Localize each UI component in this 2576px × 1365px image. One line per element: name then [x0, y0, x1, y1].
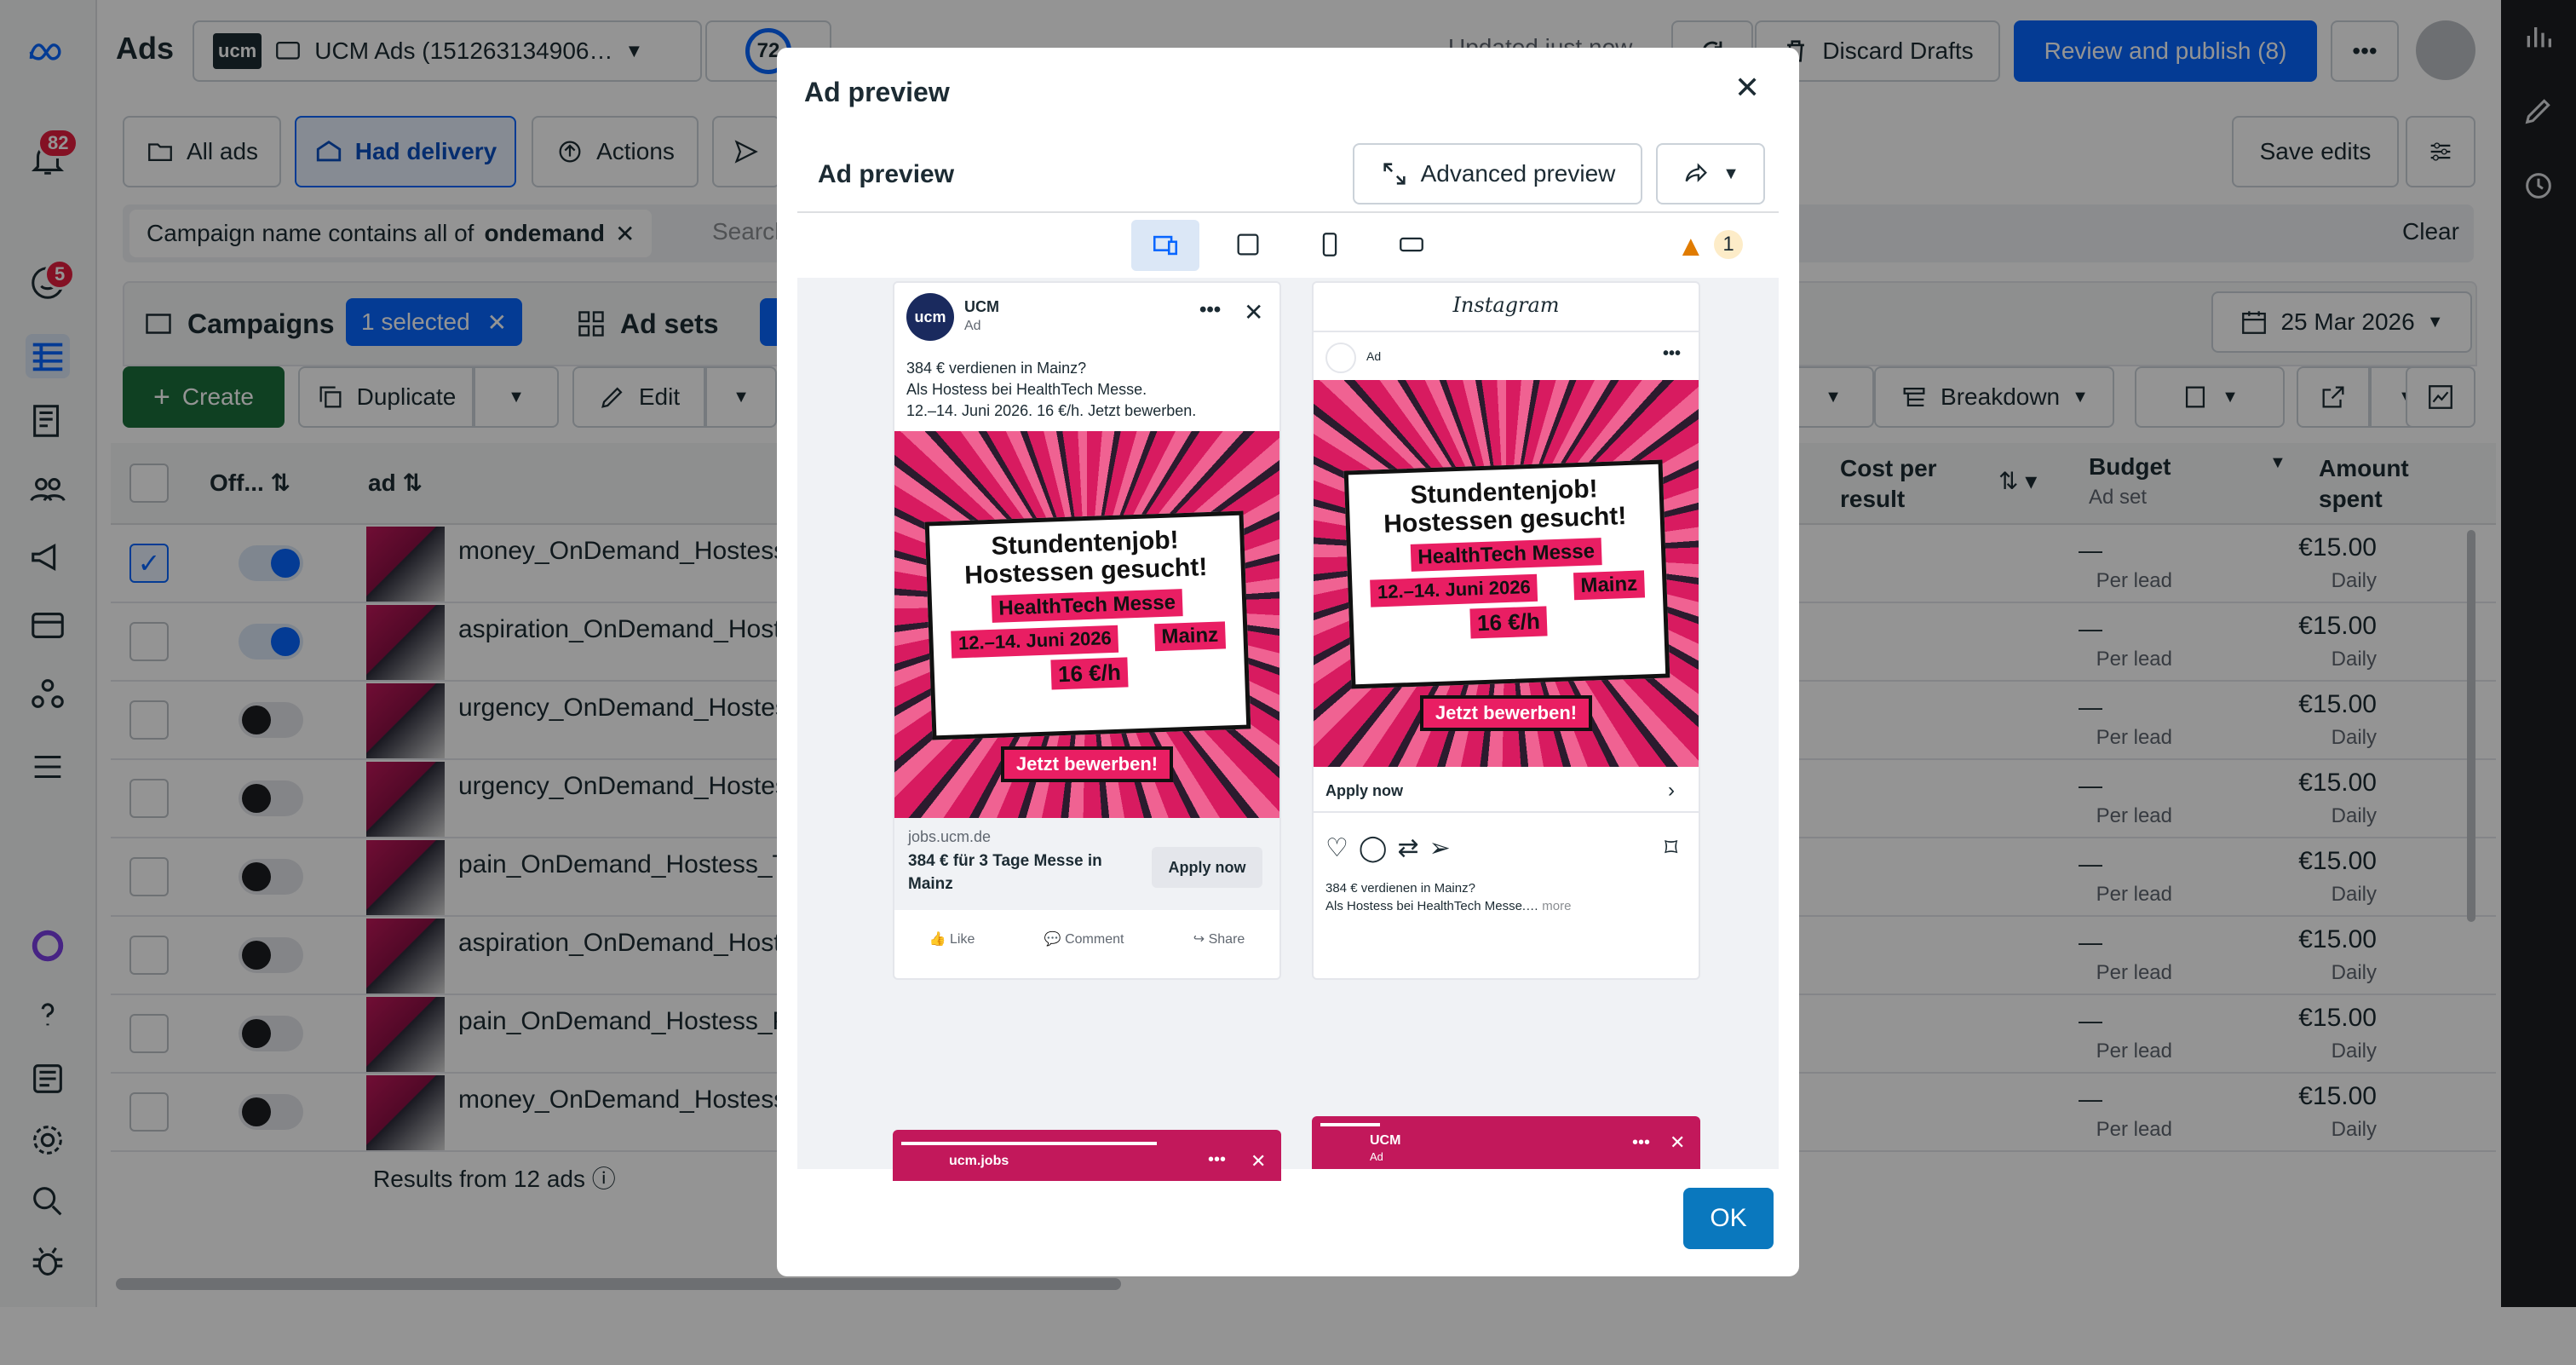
devices-icon	[1153, 235, 1178, 256]
creative-cta: Jetzt bewerben!	[1000, 746, 1174, 782]
all-placements-toggle[interactable]	[1131, 220, 1199, 271]
close-icon[interactable]: ✕	[1734, 70, 1760, 106]
creative-city: Mainz	[1153, 621, 1226, 652]
divider	[1314, 811, 1699, 813]
close-icon[interactable]: ✕	[1670, 1132, 1685, 1154]
more-dots-icon[interactable]: •••	[1199, 298, 1221, 322]
story-name: ucm.jobs	[949, 1154, 1009, 1168]
creative-event: HealthTech Messe	[1410, 538, 1602, 572]
repost-icon[interactable]: ⇄	[1397, 834, 1429, 862]
primary-text-line: 384 € verdienen in Mainz?	[906, 360, 1087, 377]
creative-city: Mainz	[1573, 570, 1645, 601]
landscape-icon	[1400, 237, 1423, 252]
share-button[interactable]: ▼	[1656, 143, 1765, 204]
creative-event: HealthTech Messe	[991, 589, 1183, 623]
story-progress	[901, 1142, 1157, 1145]
comment-button[interactable]: 💬 Comment	[1044, 930, 1124, 947]
send-icon[interactable]: ➢	[1429, 834, 1461, 862]
divider	[797, 211, 1779, 213]
more-dots-icon[interactable]: •••	[1632, 1133, 1650, 1153]
close-icon[interactable]: ✕	[1251, 1150, 1266, 1172]
creative-dates: 12.–14. Juni 2026	[1370, 573, 1538, 608]
bookmark-icon[interactable]: ⌑	[1665, 833, 1677, 863]
story-preview-1: ucm.jobs ••• ✕	[893, 1130, 1281, 1181]
like-label: Like	[950, 932, 975, 947]
landscape-format-toggle[interactable]	[1397, 230, 1426, 263]
page-avatar: ucm	[906, 293, 954, 341]
ig-apply-now[interactable]: Apply now	[1325, 782, 1403, 800]
portrait-icon	[1322, 233, 1337, 256]
creative-rate: 16 €/h	[1469, 606, 1548, 639]
ig-actions: ♡◯⇄➢	[1325, 833, 1461, 863]
advanced-preview-button[interactable]: Advanced preview	[1353, 143, 1642, 204]
ig-sponsored: Ad	[1366, 349, 1382, 363]
story-preview-2: UCM Ad ••• ✕	[1312, 1116, 1700, 1169]
ad-creative-image: Stundentenjob! Hostessen gesucht! Health…	[1314, 380, 1699, 767]
modal-title: Ad preview	[804, 77, 950, 107]
advanced-label: Advanced preview	[1420, 160, 1616, 187]
square-icon	[1237, 233, 1259, 256]
creative-dates: 12.–14. Juni 2026	[951, 625, 1119, 659]
preview-area: ucm UCM Ad ••• ✕ 384 € verdienen in Main…	[797, 278, 1779, 1181]
chevron-down-icon: ▼	[1722, 164, 1739, 183]
chevron-right-icon[interactable]: ›	[1668, 779, 1675, 803]
primary-text-line: 12.–14. Juni 2026. 16 €/h. Jetzt bewerbe…	[906, 402, 1197, 420]
preview-subtitle: Ad preview	[818, 160, 955, 188]
apply-now-button[interactable]: Apply now	[1152, 847, 1262, 888]
link-headline: 384 € für 3 Tage Messe in Mainz	[908, 852, 1102, 893]
ig-caption: 384 € verdienen in Mainz? Als Hostess be…	[1325, 879, 1571, 915]
ad-primary-text: 384 € verdienen in Mainz? Als Hostess be…	[906, 358, 1196, 423]
warning-count: 1	[1714, 230, 1743, 259]
ad-creative-image: Stundentenjob! Hostessen gesucht! Health…	[894, 431, 1279, 818]
primary-text-line: Als Hostess bei HealthTech Messe.	[906, 381, 1147, 399]
comment-icon[interactable]: ◯	[1359, 834, 1398, 862]
creative-rate: 16 €/h	[1050, 657, 1129, 690]
expand-icon	[1383, 163, 1406, 185]
more-dots-icon[interactable]: •••	[1663, 344, 1681, 364]
reaction-bar: 👍 Like 💬 Comment ↪ Share	[894, 930, 1279, 947]
sponsored-label: Ad	[964, 319, 981, 333]
story-sponsored: Ad	[1370, 1150, 1383, 1163]
heart-icon[interactable]: ♡	[1325, 834, 1359, 862]
divider	[1314, 331, 1699, 332]
comment-label: Comment	[1065, 932, 1124, 947]
link-domain: jobs.ucm.de	[908, 828, 992, 845]
ok-button[interactable]: OK	[1683, 1188, 1774, 1249]
square-format-toggle[interactable]	[1233, 230, 1262, 263]
caption-line: Als Hostess bei HealthTech Messe.…	[1325, 899, 1539, 913]
vertical-format-toggle[interactable]	[1315, 230, 1344, 263]
story-progress	[1320, 1123, 1380, 1126]
share-label: Share	[1208, 932, 1245, 947]
more-dots-icon[interactable]: •••	[1208, 1150, 1226, 1170]
close-icon[interactable]: ✕	[1244, 298, 1263, 326]
more-link[interactable]: more	[1542, 899, 1571, 913]
story-name: UCM	[1370, 1133, 1401, 1148]
facebook-feed-preview: ucm UCM Ad ••• ✕ 384 € verdienen in Main…	[893, 281, 1281, 980]
page-name: UCM	[964, 298, 999, 315]
caption-line: 384 € verdienen in Mainz?	[1325, 881, 1475, 896]
ig-avatar	[1325, 343, 1356, 373]
share-post-button[interactable]: ↪ Share	[1193, 930, 1245, 947]
creative-cta: Jetzt bewerben!	[1419, 695, 1593, 731]
instagram-feed-preview: Instagram Ad ••• Stundentenjob! Hostesse…	[1312, 281, 1700, 980]
share-icon	[1685, 163, 1708, 182]
instagram-logo: Instagram	[1452, 293, 1560, 317]
like-button[interactable]: 👍 Like	[929, 930, 975, 947]
warning-icon[interactable]: ▲	[1676, 230, 1705, 263]
ad-preview-modal: Ad preview ✕ Ad preview Advanced preview…	[777, 48, 1799, 1276]
